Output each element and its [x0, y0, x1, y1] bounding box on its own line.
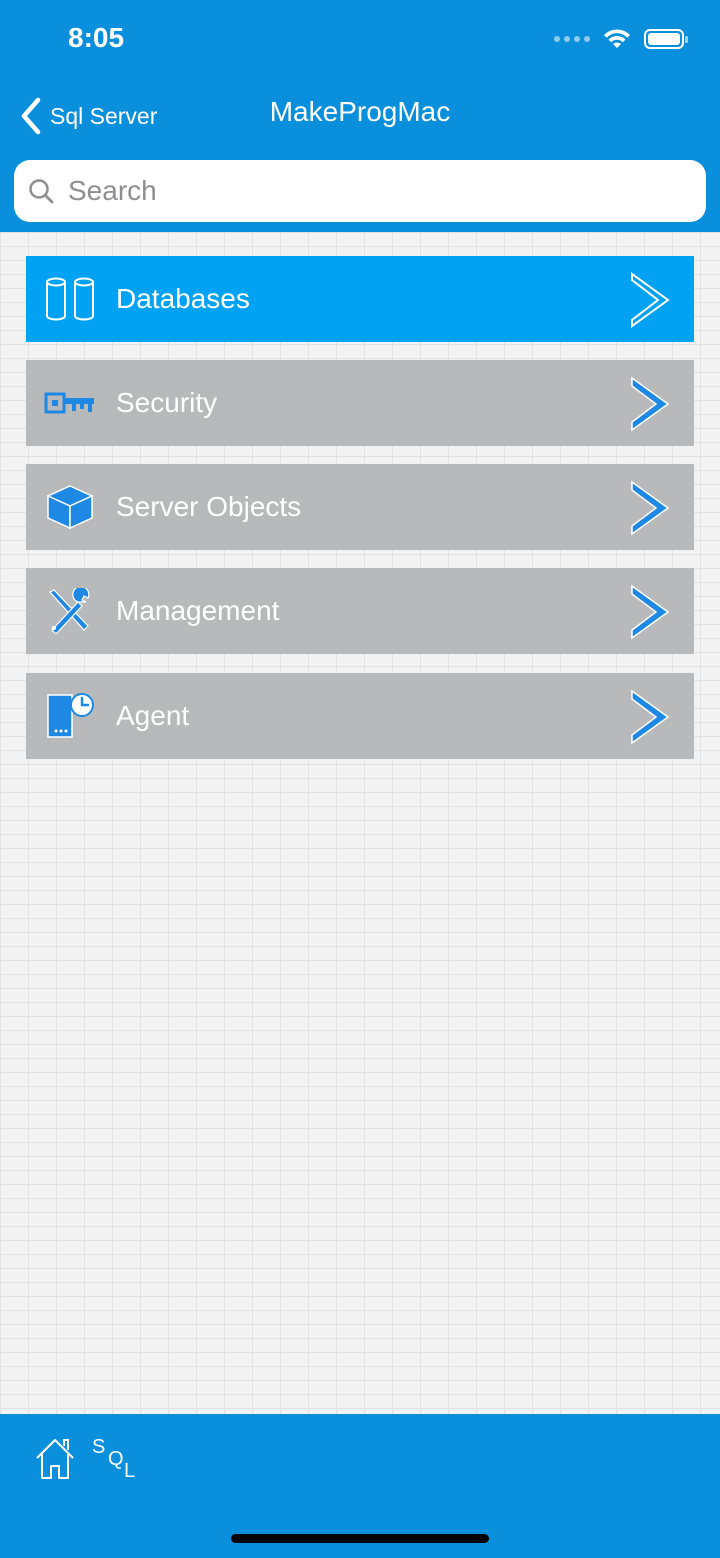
- header: 8:05 Sql Server MakeProgMac: [0, 0, 720, 232]
- wifi-icon: [604, 29, 630, 48]
- chevron-right-icon: [631, 584, 670, 640]
- battery-icon: [644, 29, 688, 49]
- search-input[interactable]: [66, 174, 670, 208]
- cellular-signal-icon: [554, 36, 590, 42]
- chevron-right-icon: [631, 272, 670, 328]
- chevron-left-icon: [21, 97, 41, 135]
- menu-item-databases[interactable]: Databases: [26, 256, 694, 342]
- back-label: Sql Server: [50, 102, 158, 129]
- home-icon[interactable]: [34, 1436, 76, 1480]
- chevron-right-icon: [631, 480, 670, 536]
- back-button[interactable]: Sql Server: [20, 96, 157, 136]
- agent-icon: [47, 693, 94, 738]
- cube-icon: [46, 485, 94, 530]
- menu-item-security[interactable]: Security: [26, 360, 694, 446]
- search-bar[interactable]: [14, 160, 706, 222]
- chevron-right-icon: [631, 376, 670, 432]
- sql-letter: L: [124, 1460, 136, 1482]
- menu-item-server-objects[interactable]: Server Objects: [26, 464, 694, 550]
- home-indicator[interactable]: [231, 1534, 489, 1543]
- status-time: 8:05: [68, 22, 125, 53]
- key-icon: [44, 392, 94, 414]
- search-icon: [29, 179, 54, 204]
- tools-icon: [49, 588, 90, 634]
- menu-item-label: Agent: [116, 700, 190, 731]
- status-icons: [554, 24, 688, 54]
- menu-item-label: Server Objects: [116, 491, 302, 522]
- sql-letter: Q: [108, 1448, 124, 1470]
- menu-item-label: Management: [116, 595, 280, 626]
- sql-letter: S: [92, 1436, 106, 1458]
- chevron-right-icon: [631, 689, 670, 745]
- menu-item-label: Databases: [116, 283, 250, 314]
- menu-item-management[interactable]: Management: [26, 568, 694, 654]
- menu-item-agent[interactable]: Agent: [26, 673, 694, 759]
- menu-item-label: Security: [116, 387, 218, 418]
- sql-icon[interactable]: S Q L: [92, 1436, 142, 1484]
- database-icon: [46, 277, 94, 321]
